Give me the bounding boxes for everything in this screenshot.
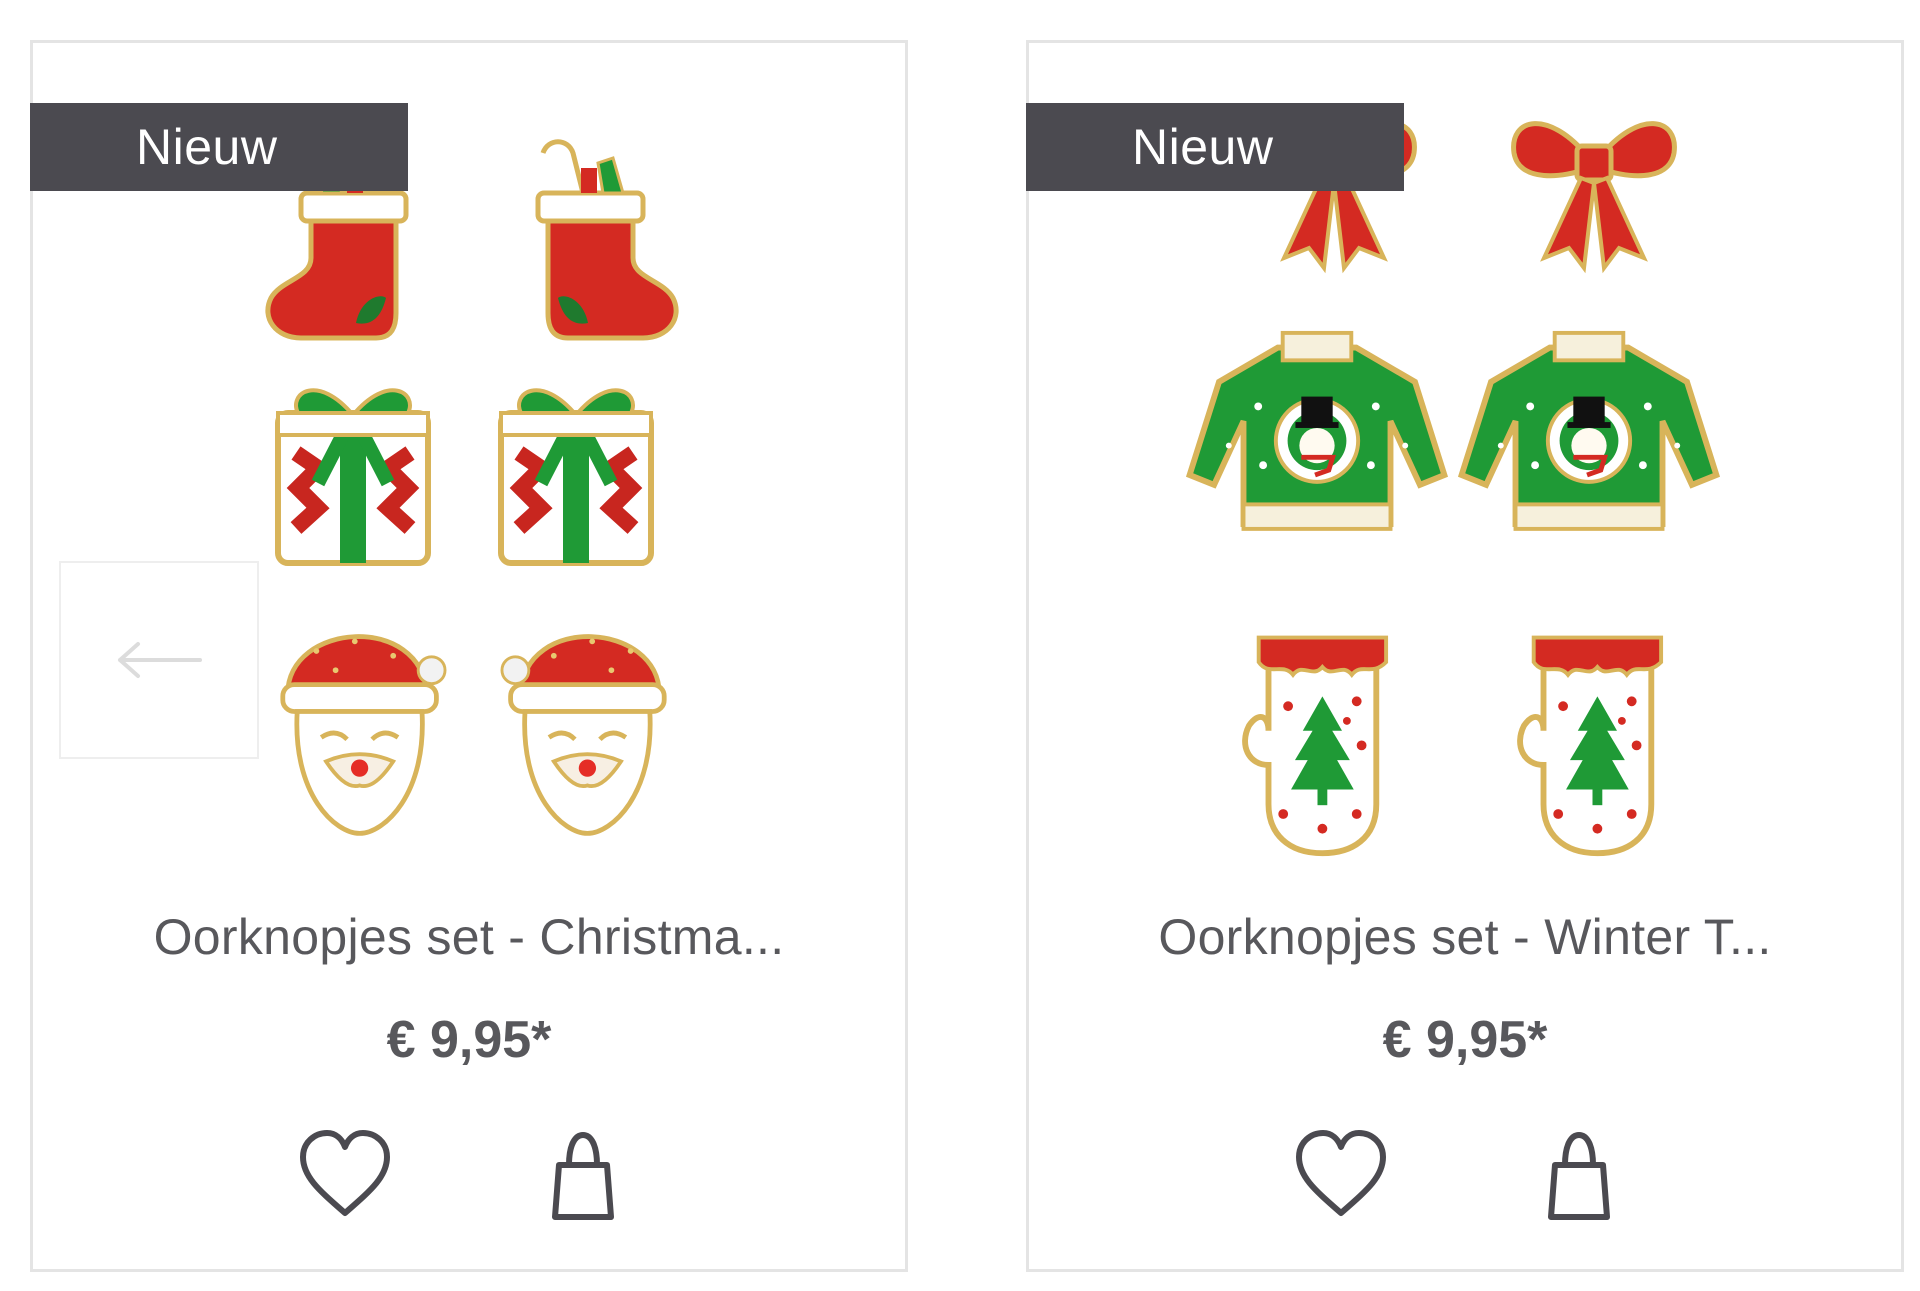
product-card[interactable]: Nieuw Oorknopjes set - Winter T... € 9,9… [1026, 40, 1904, 1272]
product-card[interactable]: Nieuw Oorknopjes set - Christma... € 9,9… [30, 40, 908, 1272]
arrow-left-icon [118, 642, 202, 678]
new-badge: Nieuw [30, 103, 408, 191]
add-to-cart-button[interactable] [533, 1125, 633, 1225]
previous-image-button[interactable] [59, 561, 259, 759]
wishlist-button[interactable] [1291, 1125, 1391, 1225]
product-price: € 9,95* [386, 1011, 552, 1069]
product-price: € 9,95* [1382, 1011, 1548, 1069]
heart-icon [1296, 1130, 1386, 1216]
product-actions [1029, 1125, 1901, 1225]
heart-icon [300, 1130, 390, 1216]
product-title[interactable]: Oorknopjes set - Winter T... [1029, 903, 1901, 971]
product-title[interactable]: Oorknopjes set - Christma... [33, 903, 905, 971]
shopping-bag-icon [552, 1131, 614, 1220]
product-actions [33, 1125, 905, 1225]
wishlist-button[interactable] [295, 1125, 395, 1225]
add-to-cart-button[interactable] [1529, 1125, 1629, 1225]
shopping-bag-icon [1548, 1131, 1610, 1220]
new-badge: Nieuw [1026, 103, 1404, 191]
